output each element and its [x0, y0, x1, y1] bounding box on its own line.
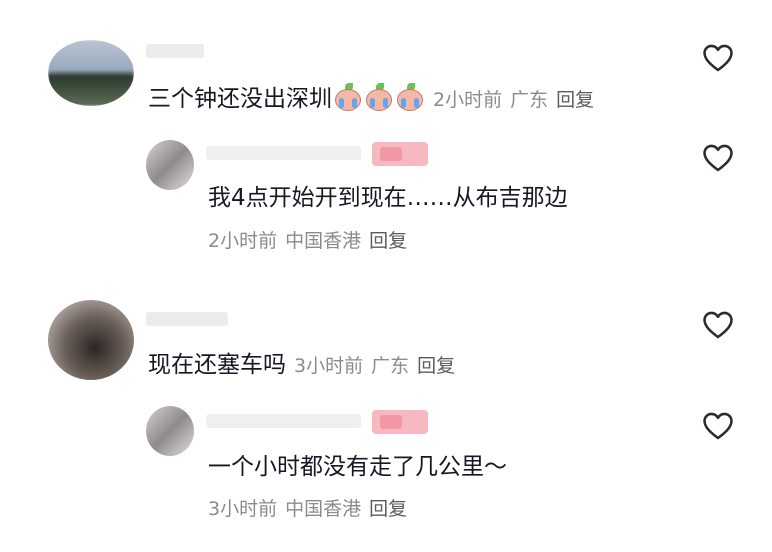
avatar[interactable] — [146, 406, 194, 456]
comment-location: 广东 — [510, 89, 549, 111]
username[interactable] — [206, 414, 361, 428]
comment-text: 现在还塞车吗 3小时前 广东 回复 — [148, 352, 456, 378]
heart-outline-icon[interactable] — [700, 308, 736, 342]
comment-location: 中国香港 — [285, 498, 362, 520]
comment-meta: 3小时前 中国香港 回复 — [208, 496, 415, 522]
comment-time: 2小时前 — [208, 230, 278, 252]
heart-outline-icon[interactable] — [700, 141, 736, 175]
heart-outline-icon[interactable] — [700, 41, 736, 75]
reply-button[interactable]: 回复 — [369, 498, 407, 520]
username[interactable] — [206, 146, 361, 160]
reply-button[interactable]: 回复 — [417, 355, 455, 377]
crying-peach-emoji-icon — [333, 83, 363, 111]
comment-meta: 2小时前 中国香港 回复 — [208, 228, 415, 254]
comment-text: 三个钟还没出深圳 2小时前 广东 回复 — [148, 83, 602, 114]
username[interactable] — [146, 312, 228, 326]
comment-time: 3小时前 — [208, 498, 278, 520]
badge — [372, 142, 428, 166]
badge — [372, 410, 428, 434]
avatar[interactable] — [48, 40, 134, 106]
heart-outline-icon[interactable] — [700, 409, 736, 443]
comment-time: 2小时前 — [433, 89, 503, 111]
comment-text: 我4点开始开到现在……从布吉那边 — [208, 185, 568, 211]
reply-button[interactable]: 回复 — [369, 230, 407, 252]
username[interactable] — [146, 44, 204, 58]
comment-time: 3小时前 — [294, 355, 364, 377]
avatar[interactable] — [48, 300, 134, 380]
reply-button[interactable]: 回复 — [556, 89, 594, 111]
crying-peach-emoji-icon — [364, 83, 394, 111]
comment-location: 广东 — [371, 355, 410, 377]
crying-peach-emoji-icon — [395, 83, 425, 111]
comment-text: 一个小时都没有走了几公里～ — [208, 454, 507, 480]
comment-location: 中国香港 — [285, 230, 362, 252]
avatar[interactable] — [146, 140, 194, 190]
